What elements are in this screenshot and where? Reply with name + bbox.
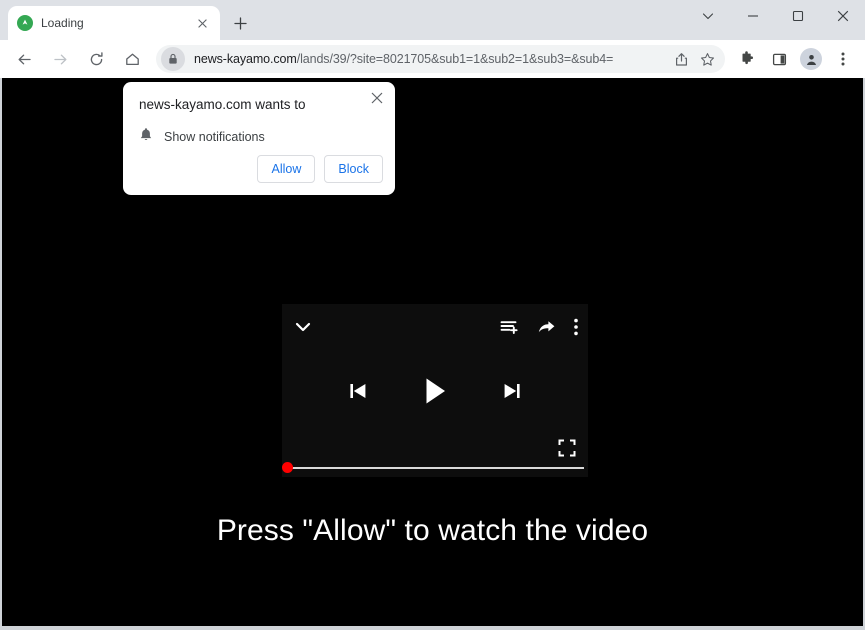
- home-icon: [125, 53, 139, 65]
- maximize-icon: [792, 10, 803, 22]
- back-arrow-icon: [18, 54, 31, 64]
- permission-request-row: Show notifications: [139, 127, 379, 147]
- extensions-button[interactable]: [734, 46, 760, 72]
- chrome-menu-button[interactable]: [830, 46, 856, 72]
- back-button[interactable]: [10, 45, 38, 73]
- avatar: [800, 48, 822, 70]
- dialog-actions: Allow Block: [257, 155, 383, 183]
- browser-tab[interactable]: Loading: [8, 6, 220, 40]
- block-button[interactable]: Block: [324, 155, 383, 183]
- url-host: news-kayamo.com: [194, 52, 297, 66]
- browser-window: Loading news-kayamo.com/lands/39/?site=8…: [0, 0, 865, 630]
- player-next-button[interactable]: [500, 379, 524, 403]
- search-tabs-button[interactable]: [685, 0, 730, 32]
- notification-permission-dialog[interactable]: news-kayamo.com wants to Show notificati…: [123, 82, 395, 195]
- side-panel-button[interactable]: [766, 46, 792, 72]
- plus-icon: [233, 16, 247, 30]
- new-tab-button[interactable]: [226, 9, 254, 37]
- close-icon: [837, 10, 848, 22]
- side-panel-icon: [772, 53, 786, 65]
- more-vertical-icon: [841, 52, 845, 66]
- url-path: /lands/39/?site=8021705&sub1=1&sub2=1&su…: [296, 52, 614, 66]
- previous-track-icon: [350, 383, 366, 398]
- player-play-button[interactable]: [418, 374, 452, 408]
- tab-favicon-icon: [17, 15, 33, 31]
- address-bar-url[interactable]: news-kayamo.com/lands/39/?site=8021705&s…: [194, 52, 669, 66]
- tab-strip: Loading: [0, 0, 865, 40]
- close-icon: [371, 92, 383, 104]
- minimize-button[interactable]: [730, 0, 775, 32]
- page-headline: Press "Allow" to watch the video: [216, 514, 649, 547]
- next-track-icon: [504, 383, 520, 398]
- window-controls: [685, 0, 865, 32]
- video-player[interactable]: [282, 304, 588, 477]
- window-bottom-edge: [0, 626, 865, 630]
- close-window-button[interactable]: [820, 0, 865, 32]
- reload-icon: [90, 51, 103, 65]
- home-button[interactable]: [118, 45, 146, 73]
- player-previous-button[interactable]: [346, 379, 370, 403]
- site-security-lock-icon[interactable]: [161, 47, 185, 71]
- dialog-close-icon[interactable]: [367, 88, 387, 108]
- progress-scrubber[interactable]: [282, 462, 293, 473]
- player-fullscreen-button[interactable]: [558, 439, 576, 457]
- player-controls: [282, 304, 588, 477]
- forward-arrow-icon: [53, 54, 66, 64]
- tab-title: Loading: [41, 16, 84, 30]
- bookmark-star-icon[interactable]: [695, 47, 719, 71]
- reload-button[interactable]: [82, 45, 110, 73]
- allow-button[interactable]: Allow: [257, 155, 316, 183]
- extensions-puzzle-icon: [742, 51, 753, 65]
- maximize-button[interactable]: [775, 0, 820, 32]
- fullscreen-icon: [558, 439, 576, 457]
- progress-track[interactable]: [286, 467, 584, 469]
- tab-close-icon[interactable]: [193, 14, 211, 32]
- forward-button[interactable]: [46, 45, 74, 73]
- address-bar[interactable]: news-kayamo.com/lands/39/?site=8021705&s…: [156, 45, 725, 73]
- permission-request-label: Show notifications: [164, 130, 265, 144]
- minimize-icon: [747, 15, 758, 17]
- browser-toolbar: news-kayamo.com/lands/39/?site=8021705&s…: [0, 40, 865, 78]
- bell-icon: [139, 127, 153, 147]
- share-icon[interactable]: [669, 47, 693, 71]
- chevron-down-icon: [702, 13, 713, 20]
- play-icon: [426, 378, 445, 403]
- page-viewport: Press "Allow" to watch the video news-ka…: [0, 78, 865, 626]
- player-progress-bar[interactable]: [282, 459, 588, 477]
- dialog-title: news-kayamo.com wants to: [139, 97, 306, 112]
- profile-button[interactable]: [798, 46, 824, 72]
